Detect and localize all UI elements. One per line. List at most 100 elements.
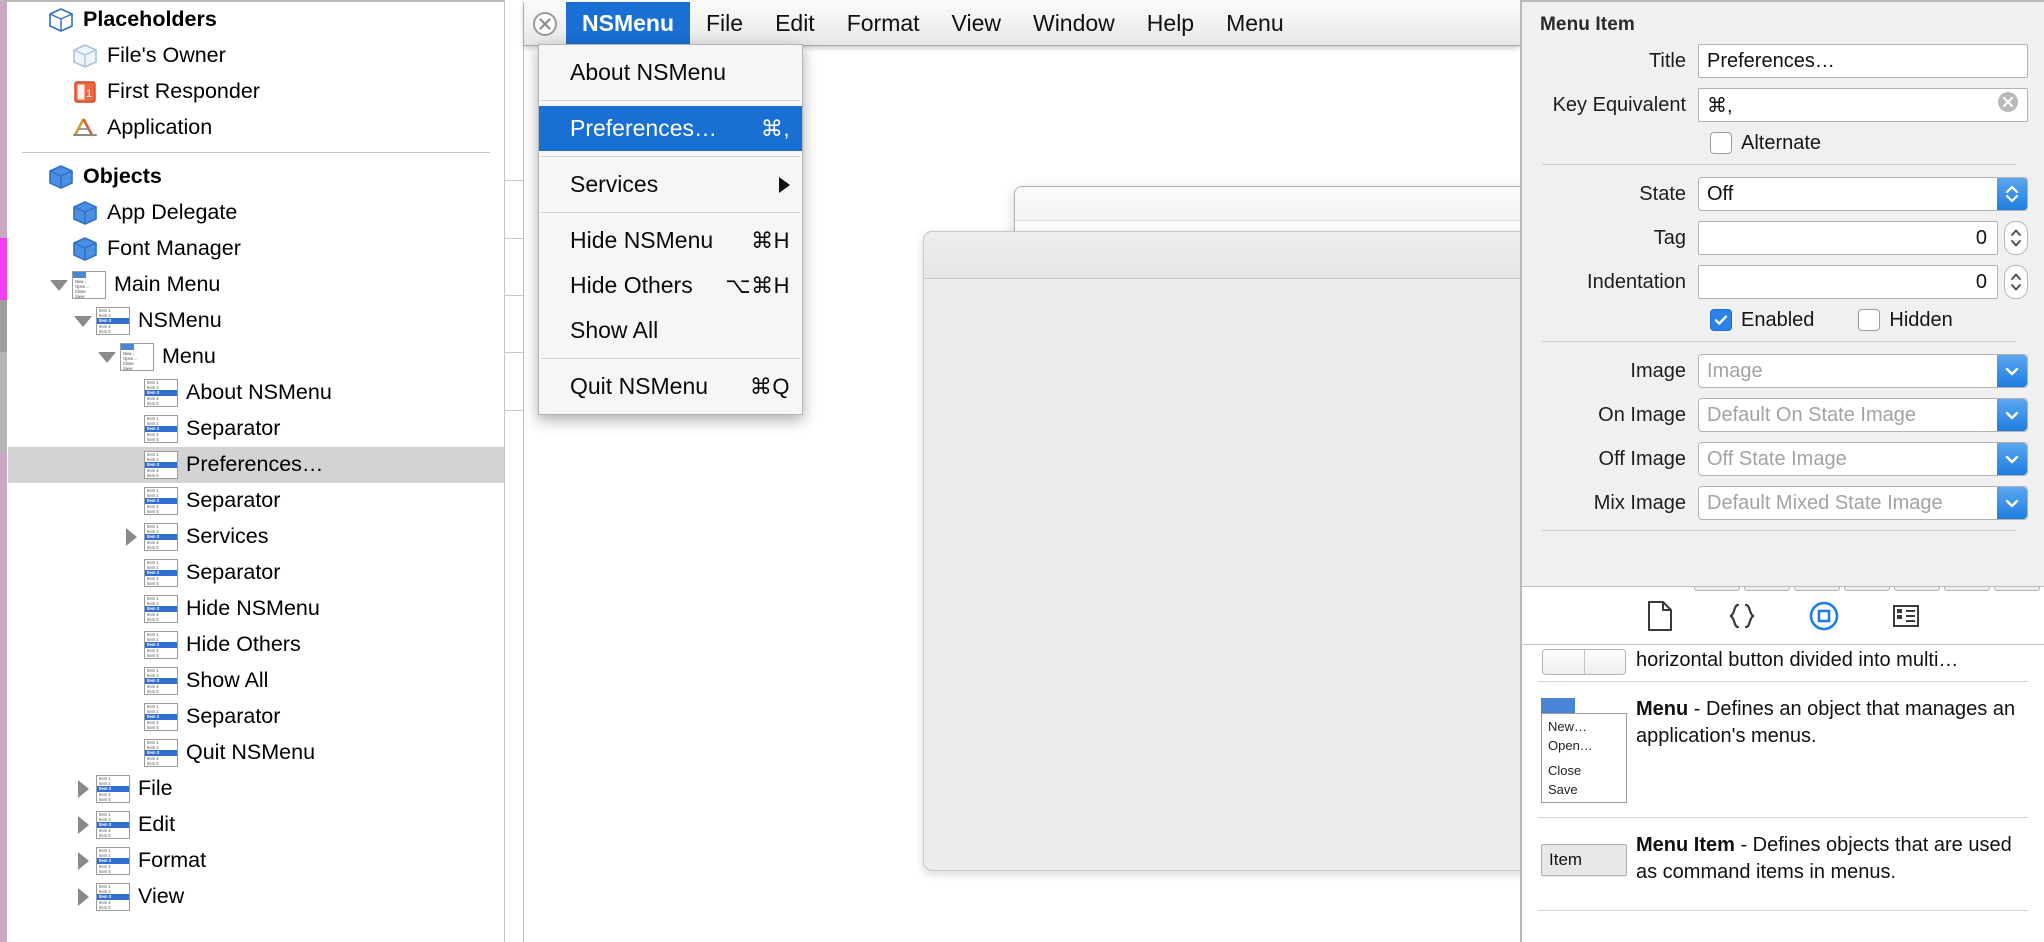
menu-thumb-line-1: New… xyxy=(1548,719,1588,734)
field-state-row: State Off xyxy=(1530,177,2028,211)
outline-row[interactable]: Item 1 Item 2 Item 3 Item 4 Item 5 Separator xyxy=(8,555,504,591)
outline-row-label: About NSMenu xyxy=(186,380,332,405)
outline-row[interactable]: File's Owner xyxy=(8,38,504,74)
window-title-strip xyxy=(1015,187,1520,221)
key-equivalent-input[interactable]: ⌘, xyxy=(1698,88,2028,122)
menu-item-show-all[interactable]: Show All xyxy=(539,308,802,353)
menubar-item-edit[interactable]: Edit xyxy=(759,2,831,46)
close-circle-icon[interactable] xyxy=(530,9,560,39)
enabled-checkbox[interactable]: Enabled xyxy=(1710,309,1814,331)
on-image-combo-box[interactable]: Default On State Image xyxy=(1698,398,2028,432)
outline-row-label: Quit NSMenu xyxy=(186,740,316,765)
menubar-item-format[interactable]: Format xyxy=(831,2,936,46)
outline-row-label: View xyxy=(138,884,185,909)
twisty-collapsed-icon[interactable] xyxy=(70,888,96,906)
chevron-down-icon[interactable] xyxy=(1997,443,2027,475)
attributes-inspector-pane: Menu Item Title Preferences… Key Equival… xyxy=(1520,0,2044,942)
menubar-item-view[interactable]: View xyxy=(936,2,1017,46)
outline-row[interactable]: New… Open… Close Save Main Menu xyxy=(8,267,504,303)
outline-row-label: Show All xyxy=(186,668,269,693)
indentation-stepper[interactable] xyxy=(2004,265,2028,299)
menu-item-hide-nsmenu[interactable]: Hide NSMenu ⌘H xyxy=(539,218,802,263)
menubar-item-nsmenu[interactable]: NSMenu xyxy=(566,1,690,46)
object-library-icon[interactable] xyxy=(1805,597,1843,635)
outline-row[interactable]: Item 1 Item 2 Item 3 Item 4 Item 5 Separator xyxy=(8,699,504,735)
library-item-menu-item[interactable]: Item Menu Item - Defines objects that ar… xyxy=(1522,818,2044,900)
outline-row[interactable]: Item 1 Item 2 Item 3 Item 4 Item 5 Edit xyxy=(8,807,504,843)
outline-row[interactable]: Item 1 Item 2 Item 3 Item 4 Item 5 NSMenu xyxy=(8,303,504,339)
outline-row[interactable]: Item 1 Item 2 Item 3 Item 4 Item 5 Separator xyxy=(8,411,504,447)
alternate-checkbox[interactable]: Alternate xyxy=(1710,132,1821,154)
menu-item-hide-others[interactable]: Hide Others ⌥⌘H xyxy=(539,263,802,308)
tag-stepper[interactable] xyxy=(2004,221,2028,255)
outline-row[interactable]: Item 1 Item 2 Item 3 Item 4 Item 5 Hide NSMen… xyxy=(8,591,504,627)
menu-item-quit-nsmenu[interactable]: Quit NSMenu ⌘Q xyxy=(539,364,802,409)
outline-row[interactable]: Item 1 Item 2 Item 3 Item 4 Item 5 Services xyxy=(8,519,504,555)
twisty-expanded-icon[interactable] xyxy=(70,315,96,327)
canvas-inner-panel[interactable] xyxy=(923,231,1520,871)
twisty-expanded-icon[interactable] xyxy=(94,351,120,363)
clear-circle-icon[interactable] xyxy=(1997,91,2019,119)
outline-row[interactable]: Item 1 Item 2 Item 3 Item 4 Item 5 File xyxy=(8,771,504,807)
outline-section-label: Placeholders xyxy=(83,7,217,32)
state-popup-button[interactable]: Off xyxy=(1698,177,2028,211)
image-combo-box[interactable]: Image xyxy=(1698,354,2028,388)
library-item-menu[interactable]: New… Open… Close Save Menu - Defines an … xyxy=(1522,682,2044,817)
outline-row[interactable]: Item 1 Item 2 Item 3 Item 4 Item 5 Format xyxy=(8,843,504,879)
outline-row[interactable]: App Delegate xyxy=(8,195,504,231)
outline-row[interactable]: Item 1 Item 2 Item 3 Item 4 Item 5 About NSMe… xyxy=(8,375,504,411)
menu-item-icon-glyph: Item 1 Item 2 Item 3 Item 4 Item 5 xyxy=(144,667,178,695)
twisty-collapsed-icon[interactable] xyxy=(70,852,96,870)
submenu-arrow-icon xyxy=(779,176,790,193)
menu-item-preferences-[interactable]: Preferences… ⌘, xyxy=(539,106,802,151)
file-template-icon[interactable] xyxy=(1641,597,1679,635)
library-item-segmented[interactable]: horizontal button divided into multi… xyxy=(1522,645,2044,681)
menubar-item-menu[interactable]: Menu xyxy=(1210,2,1300,46)
canvas-window-object[interactable] xyxy=(923,186,1520,871)
outline-section-header[interactable]: Placeholders xyxy=(8,2,504,38)
outline-row[interactable]: New… Open… Close Save Menu xyxy=(8,339,504,375)
outline-row[interactable]: Item 1 Item 2 Item 3 Item 4 Item 5 View xyxy=(8,879,504,915)
twisty-collapsed-icon[interactable] xyxy=(118,528,144,546)
menubar-item-file[interactable]: File xyxy=(690,2,759,46)
menubar-item-window[interactable]: Window xyxy=(1017,2,1131,46)
menu-item-label: Show All xyxy=(570,317,659,343)
code-snippet-icon[interactable] xyxy=(1723,597,1761,635)
nsmenu-dropdown[interactable]: About NSMenu Preferences… ⌘, Services Hide N… xyxy=(538,44,803,415)
twisty-collapsed-icon[interactable] xyxy=(70,780,96,798)
media-library-icon[interactable] xyxy=(1887,597,1925,635)
tag-input[interactable]: 0 xyxy=(1698,221,1998,255)
title-input[interactable]: Preferences… xyxy=(1698,44,2028,78)
off-image-combo-box[interactable]: Off State Image xyxy=(1698,442,2028,476)
menu-item-about-nsmenu[interactable]: About NSMenu xyxy=(539,50,802,95)
key-equivalent-value: ⌘, xyxy=(1707,94,1733,117)
outline-row[interactable]: Item 1 Item 2 Item 3 Item 4 Item 5 Separator xyxy=(8,483,504,519)
menu-item-services[interactable]: Services xyxy=(539,162,802,207)
outline-row[interactable]: Application xyxy=(8,110,504,146)
alternate-checkbox-box[interactable] xyxy=(1710,132,1732,154)
chevron-down-icon[interactable] xyxy=(1997,399,2027,431)
updown-chevron-icon[interactable] xyxy=(1997,178,2027,210)
chevron-down-icon[interactable] xyxy=(1997,487,2027,519)
outline-row[interactable]: Font Manager xyxy=(8,231,504,267)
enabled-checkbox-box[interactable] xyxy=(1710,309,1732,331)
twisty-collapsed-icon[interactable] xyxy=(70,816,96,834)
chevron-down-icon[interactable] xyxy=(1997,355,2027,387)
outline-row[interactable]: 1 First Responder xyxy=(8,74,504,110)
library-pane: horizontal button divided into multi… Ne… xyxy=(1522,586,2044,942)
inspector-divider-2 xyxy=(1542,341,2016,342)
simulated-menu-bar[interactable]: NSMenu File Edit Format View Window Help Menu xyxy=(524,1,1520,46)
outline-section-header[interactable]: Objects xyxy=(8,159,504,195)
outline-tree[interactable]: Placeholders File's Owner 1 First Responder… xyxy=(8,2,504,915)
outline-row[interactable]: Item 1 Item 2 Item 3 Item 4 Item 5 Show All xyxy=(8,663,504,699)
hidden-checkbox-box[interactable] xyxy=(1858,309,1881,331)
menubar-item-help[interactable]: Help xyxy=(1131,2,1210,46)
mix-image-combo-box[interactable]: Default Mixed State Image xyxy=(1698,486,2028,520)
outline-row[interactable]: Item 1 Item 2 Item 3 Item 4 Item 5 Preference… xyxy=(8,447,504,483)
twisty-expanded-icon[interactable] xyxy=(46,279,72,291)
field-mix-image-row: Mix Image Default Mixed State Image xyxy=(1530,486,2028,520)
outline-row[interactable]: Item 1 Item 2 Item 3 Item 4 Item 5 Quit NSMen… xyxy=(8,735,504,771)
outline-row[interactable]: Item 1 Item 2 Item 3 Item 4 Item 5 Hide Other… xyxy=(8,627,504,663)
indentation-input[interactable]: 0 xyxy=(1698,265,1998,299)
hidden-checkbox[interactable]: Hidden xyxy=(1858,309,1953,331)
